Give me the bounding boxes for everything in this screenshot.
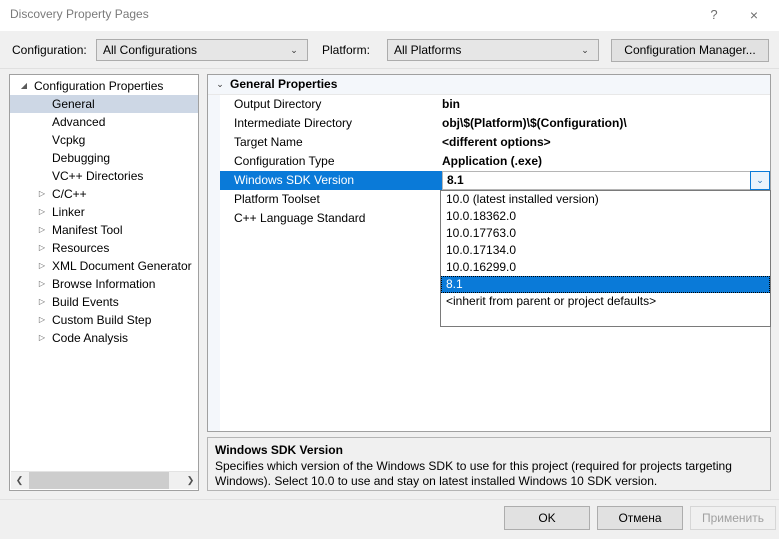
dropdown-option[interactable]: 10.0.17763.0 bbox=[441, 225, 770, 242]
grid-row[interactable]: Windows SDK Version 8.1 ⌄ bbox=[208, 171, 770, 190]
tree-item-label: Resources bbox=[52, 241, 110, 255]
scroll-left-icon[interactable]: ❮ bbox=[11, 472, 28, 489]
sidebar-item-code-analysis[interactable]: ▷ Code Analysis bbox=[10, 329, 198, 347]
chevron-down-icon: ⌄ bbox=[581, 45, 589, 55]
dropdown-option[interactable]: <inherit from parent or project defaults… bbox=[441, 293, 770, 310]
grid-row[interactable]: Target Name <different options> bbox=[208, 133, 770, 152]
sidebar-item-manifest-tool[interactable]: ▷ Manifest Tool bbox=[10, 221, 198, 239]
chevron-right-icon[interactable]: ▷ bbox=[34, 311, 50, 329]
scrollbar-thumb[interactable] bbox=[29, 472, 169, 489]
chevron-down-icon[interactable]: ⌄ bbox=[213, 75, 227, 94]
sidebar-item-custom-build-step[interactable]: ▷ Custom Build Step bbox=[10, 311, 198, 329]
grid-row[interactable]: Configuration Type Application (.exe) bbox=[208, 152, 770, 171]
grid-row-value: obj\$(Platform)\$(Configuration)\ bbox=[442, 116, 627, 130]
configuration-label: Configuration: bbox=[12, 43, 87, 57]
tree-item-label: Browse Information bbox=[52, 277, 156, 291]
sidebar-item-debugging[interactable]: Debugging bbox=[10, 149, 198, 167]
scroll-right-icon[interactable]: ❯ bbox=[182, 472, 198, 489]
platform-dropdown-value: All Platforms bbox=[394, 43, 462, 57]
sidebar-item-general[interactable]: General bbox=[10, 95, 198, 113]
tree-item-label: XML Document Generator bbox=[52, 259, 192, 273]
tree-item-label: Advanced bbox=[52, 115, 106, 129]
description-pane: Windows SDK Version Specifies which vers… bbox=[207, 437, 771, 491]
expanded-arrow-icon[interactable]: ◢ bbox=[16, 77, 32, 95]
grid-row-name: Output Directory bbox=[234, 97, 322, 111]
tree-horizontal-scrollbar[interactable]: ❮ ❯ bbox=[11, 471, 198, 489]
chevron-right-icon[interactable]: ▷ bbox=[34, 239, 50, 257]
sidebar-item-xml-document-generator[interactable]: ▷ XML Document Generator bbox=[10, 257, 198, 275]
dropdown-option[interactable]: 10.0.16299.0 bbox=[441, 259, 770, 276]
tree-item-label: Configuration Properties bbox=[34, 79, 164, 93]
sidebar-item-resources[interactable]: ▷ Resources bbox=[10, 239, 198, 257]
description-body: Specifies which version of the Windows S… bbox=[215, 459, 732, 488]
tree-item-label: Linker bbox=[52, 205, 85, 219]
help-icon[interactable]: ? bbox=[699, 0, 729, 30]
tree-item-label: Build Events bbox=[52, 295, 119, 309]
grid-row-value: <different options> bbox=[442, 135, 551, 149]
sidebar-item-linker[interactable]: ▷ Linker bbox=[10, 203, 198, 221]
grid-row-name: C++ Language Standard bbox=[234, 211, 366, 225]
tree-item-label: Code Analysis bbox=[52, 331, 129, 345]
dropdown-option[interactable]: 8.1 bbox=[441, 276, 770, 293]
tree-item-configuration-properties[interactable]: ◢ Configuration Properties bbox=[10, 77, 198, 95]
chevron-down-icon: ⌄ bbox=[290, 45, 298, 55]
grid-row-value: Application (.exe) bbox=[442, 154, 543, 168]
sidebar-item-advanced[interactable]: Advanced bbox=[10, 113, 198, 131]
dropdown-option[interactable]: 10.0 (latest installed version) bbox=[441, 191, 770, 208]
tree-item-label: Manifest Tool bbox=[52, 223, 123, 237]
tree-item-label: General bbox=[52, 97, 95, 111]
configuration-manager-button[interactable]: Configuration Manager... bbox=[611, 39, 769, 62]
property-tree-panel: ◢ Configuration Properties General Advanc… bbox=[9, 74, 199, 491]
title-bar: Discovery Property Pages ? × bbox=[0, 0, 779, 31]
chevron-right-icon[interactable]: ▷ bbox=[34, 185, 50, 203]
grid-row[interactable]: Output Directory bin bbox=[208, 95, 770, 114]
window-title: Discovery Property Pages bbox=[10, 7, 149, 21]
tree-item-label: C/C++ bbox=[52, 187, 87, 201]
chevron-down-icon[interactable]: ⌄ bbox=[750, 171, 770, 190]
chevron-right-icon[interactable]: ▷ bbox=[34, 203, 50, 221]
grid-row-name: Windows SDK Version bbox=[234, 173, 355, 187]
dropdown-option[interactable]: 10.0.18362.0 bbox=[441, 208, 770, 225]
sidebar-item-build-events[interactable]: ▷ Build Events bbox=[10, 293, 198, 311]
grid-row-value: 8.1 bbox=[447, 173, 464, 187]
grid-row-name: Intermediate Directory bbox=[234, 116, 353, 130]
sidebar-item-vc-directories[interactable]: VC++ Directories bbox=[10, 167, 198, 185]
sidebar-item-vcpkg[interactable]: Vcpkg bbox=[10, 131, 198, 149]
grid-row-name: Configuration Type bbox=[234, 154, 335, 168]
chevron-right-icon[interactable]: ▷ bbox=[34, 257, 50, 275]
grid-category-label: General Properties bbox=[230, 77, 338, 91]
grid-row-name: Target Name bbox=[234, 135, 303, 149]
grid-row-value: bin bbox=[442, 97, 460, 111]
description-title: Windows SDK Version bbox=[215, 443, 343, 457]
tree-item-label: Custom Build Step bbox=[52, 313, 152, 327]
tree-item-label: Debugging bbox=[52, 151, 111, 165]
grid-category-header[interactable]: ⌄ General Properties bbox=[208, 75, 770, 95]
chevron-right-icon[interactable]: ▷ bbox=[34, 329, 50, 347]
footer-divider bbox=[0, 499, 779, 500]
chevron-right-icon[interactable]: ▷ bbox=[34, 221, 50, 239]
platform-label: Platform: bbox=[322, 43, 371, 57]
configuration-dropdown[interactable]: All Configurations ⌄ bbox=[96, 39, 308, 61]
dropdown-option[interactable]: 10.0.17134.0 bbox=[441, 242, 770, 259]
sidebar-item-browse-information[interactable]: ▷ Browse Information bbox=[10, 275, 198, 293]
cancel-button[interactable]: Отмена bbox=[597, 506, 683, 530]
tree-item-label: Vcpkg bbox=[52, 133, 86, 147]
close-icon[interactable]: × bbox=[739, 0, 769, 30]
grid-row-name: Platform Toolset bbox=[234, 192, 320, 206]
sidebar-item-c-c[interactable]: ▷ C/C++ bbox=[10, 185, 198, 203]
configuration-dropdown-value: All Configurations bbox=[103, 43, 198, 57]
platform-dropdown[interactable]: All Platforms ⌄ bbox=[387, 39, 599, 61]
apply-button: Применить bbox=[690, 506, 776, 530]
property-tree: ◢ Configuration Properties General Advanc… bbox=[10, 77, 198, 347]
chevron-right-icon[interactable]: ▷ bbox=[34, 275, 50, 293]
sdk-version-dropdown-list[interactable]: 10.0 (latest installed version) 10.0.1836… bbox=[440, 190, 771, 327]
chevron-right-icon[interactable]: ▷ bbox=[34, 293, 50, 311]
grid-row[interactable]: Intermediate Directory obj\$(Platform)\$(… bbox=[208, 114, 770, 133]
tree-item-label: VC++ Directories bbox=[52, 169, 144, 183]
configuration-bar: Configuration: All Configurations ⌄ Plat… bbox=[0, 31, 779, 69]
ok-button[interactable]: OK bbox=[504, 506, 590, 530]
